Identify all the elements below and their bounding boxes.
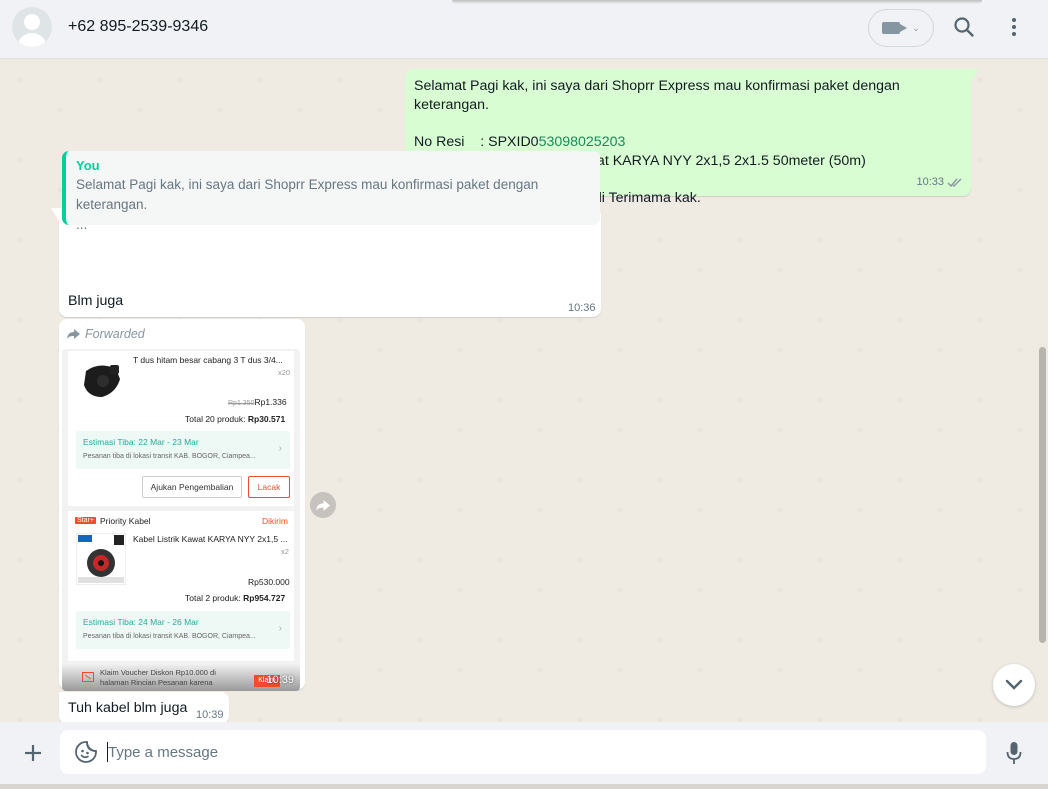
voucher-line-1: Klaim Voucher Diskon Rp10.000 di: [100, 668, 216, 677]
old-price: Rp1.350: [228, 400, 255, 407]
order-card-1: T dus hitam besar cabang 3 T dus 3/4... …: [68, 351, 294, 506]
order-card-2: Star+ Priority Kabel Dikirim Kabel Listr…: [68, 511, 294, 661]
shop-name: Priority Kabel: [100, 516, 151, 526]
message-meta: 10:33: [916, 173, 963, 192]
eta-box: Estimasi Tiba: 22 Mar - 23 Mar Pesanan t…: [76, 431, 290, 469]
product-name: Kabel Listrik Kawat KARYA NYY 2x1,5 ...: [133, 534, 288, 544]
avatar-head: [24, 14, 40, 30]
window-bottom-edge: [0, 784, 1048, 789]
total-label: Total 20 produk:: [185, 414, 248, 424]
message-input[interactable]: [108, 738, 968, 766]
last-message-time: 10:39: [196, 709, 224, 721]
quote-text: Selamat Pagi kak, ini saya dari Shoprr E…: [76, 177, 539, 212]
forward-arrow-icon: [316, 499, 330, 511]
chat-scrollbar[interactable]: [1039, 347, 1046, 643]
order-total: Total 2 produk: Rp954.727: [185, 593, 285, 603]
plus-icon: [25, 745, 41, 761]
eta-box: Estimasi Tiba: 24 Mar - 26 Mar Pesanan t…: [76, 611, 290, 649]
chevron-right-icon: ›: [278, 443, 282, 454]
quote-more: ...: [76, 217, 88, 232]
resi-number-link[interactable]: 53098025203: [539, 134, 626, 150]
search-button[interactable]: [951, 14, 977, 40]
search-icon: [954, 17, 974, 37]
video-call-button[interactable]: ⌄: [868, 9, 934, 47]
total-value: Rp30.571: [247, 414, 286, 424]
image-time: 10:39: [266, 674, 294, 686]
contact-name[interactable]: +62 895-2539-9346: [68, 18, 208, 36]
attach-button[interactable]: [18, 738, 48, 768]
microphone-icon: [1006, 742, 1022, 764]
order-screenshot-image[interactable]: T dus hitam besar cabang 3 T dus 3/4... …: [62, 349, 300, 691]
message-line: Selamat Pagi kak, ini saya dari Shoprr E…: [414, 78, 900, 113]
sticker-emoji-icon[interactable]: [74, 740, 98, 764]
forwarded-text: Forwarded: [85, 327, 145, 341]
avatar-body: [17, 33, 47, 47]
voucher-icon: [82, 672, 94, 682]
chevron-right-icon: ›: [278, 623, 282, 634]
order-status: Dikirim: [262, 516, 288, 526]
order-total: Total 20 produk: Rp30.571: [185, 414, 285, 424]
voucher-banner: Klaim Voucher Diskon Rp10.000 di halaman…: [62, 663, 300, 691]
quoted-message[interactable]: You Selamat Pagi kak, ini saya dari Shop…: [62, 151, 600, 232]
reply-time: 10:36: [568, 302, 596, 314]
double-check-icon: [947, 178, 962, 188]
forwarded-label: Forwarded: [67, 327, 145, 341]
product-name: T dus hitam besar cabang 3 T dus 3/4...: [133, 355, 283, 365]
resi-label: No Resi : SPXID0: [414, 134, 539, 150]
current-price: Rp1.336: [254, 397, 287, 407]
product-price: Rp1.350Rp1.336: [228, 397, 287, 407]
menu-button[interactable]: [1001, 14, 1027, 40]
chat-header: +62 895-2539-9346 ⌄: [0, 0, 1048, 59]
video-camera-icon: [882, 22, 908, 34]
total-value: Rp954.727: [243, 593, 286, 603]
eta-subtitle: Pesanan tiba di lokasi transit KAB. BOGO…: [83, 453, 256, 460]
voice-message-button[interactable]: [1000, 738, 1028, 768]
last-message-text: Tuh kabel blm juga: [68, 700, 188, 716]
eta-title: Estimasi Tiba: 22 Mar - 23 Mar: [83, 437, 199, 447]
quote-author: You: [76, 158, 100, 173]
product-qty: x2: [281, 547, 289, 556]
return-button: Ajukan Pengembalian: [142, 476, 242, 498]
total-label: Total 2 produk:: [185, 593, 244, 603]
message-input-wrapper[interactable]: [60, 730, 986, 774]
product-image-cable: [76, 533, 126, 585]
reply-text: Blm juga: [68, 293, 124, 309]
more-vertical-icon: [1012, 18, 1016, 36]
contact-avatar[interactable]: [12, 7, 52, 47]
voucher-line-2: halaman Rincian Pesanan karena: [100, 678, 213, 687]
chevron-down-icon: ⌄: [912, 22, 920, 33]
chat-panel[interactable]: Selamat Pagi kak, ini saya dari Shoprr E…: [0, 60, 1048, 722]
chevron-down-icon: [1005, 679, 1023, 690]
forward-message-button[interactable]: [310, 492, 336, 518]
eta-title: Estimasi Tiba: 24 Mar - 26 Mar: [83, 617, 199, 627]
star-plus-badge: Star+: [75, 517, 96, 524]
eta-subtitle: Pesanan tiba di lokasi transit KAB. BOGO…: [83, 633, 256, 640]
voucher-text: Klaim Voucher Diskon Rp10.000 di halaman…: [100, 668, 216, 688]
track-button: Lacak: [248, 476, 290, 498]
window-shadow: [452, 0, 982, 4]
product-price: Rp530.000: [248, 577, 290, 587]
forward-arrow-icon: [67, 329, 80, 339]
message-time: 10:33: [916, 176, 944, 188]
resi-line: No Resi : SPXID053098025203: [414, 133, 962, 152]
product-image-tee: [76, 357, 124, 405]
compose-bar: [0, 722, 1048, 784]
scroll-to-bottom-button[interactable]: [993, 664, 1035, 706]
product-qty: x20: [278, 368, 291, 377]
